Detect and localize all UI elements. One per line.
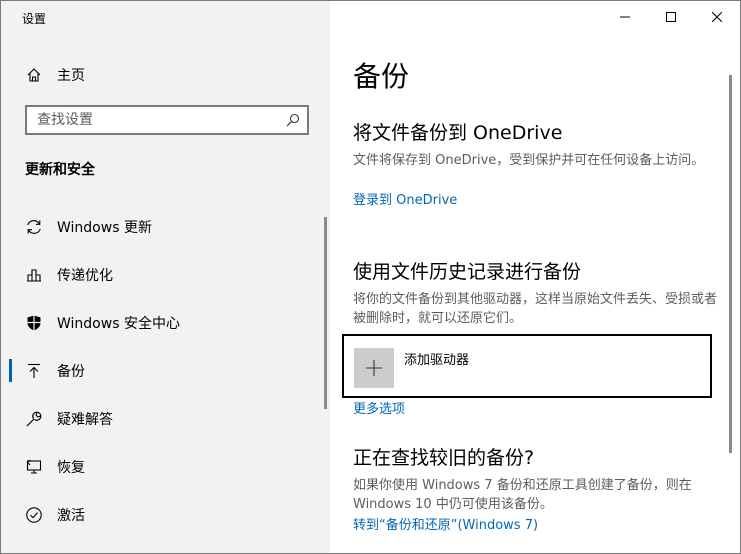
sidebar-item-home[interactable]: 主页 — [1, 55, 330, 95]
add-drive-label: 添加驱动器 — [404, 353, 470, 368]
sidebar-scrollbar[interactable] — [324, 217, 327, 409]
sidebar: 设置 主页 更新和安全 Windows 更新 传递优化 — [1, 1, 330, 553]
onedrive-description: 文件将保存到 OneDrive，受到保护并可在任何设备上访问。 — [353, 153, 705, 168]
sidebar-item-label: 传递优化 — [57, 268, 113, 284]
window-controls — [602, 1, 740, 33]
minimize-button[interactable] — [602, 1, 648, 33]
older-backup-description: 如果你使用 Windows 7 备份和还原工具创建了备份，则在 Windows … — [353, 478, 692, 512]
minimize-icon — [620, 16, 630, 18]
sidebar-item-troubleshoot[interactable]: 疑难解答 — [1, 399, 330, 439]
sidebar-item-activation[interactable]: 激活 — [1, 495, 330, 535]
settings-window: 设置 主页 更新和安全 Windows 更新 传递优化 — [0, 0, 741, 554]
sidebar-item-backup[interactable]: 备份 — [1, 351, 330, 391]
sidebar-item-label: 激活 — [57, 508, 85, 524]
sidebar-item-recovery[interactable]: 恢复 — [1, 447, 330, 487]
check-circle-icon — [25, 506, 43, 524]
sidebar-item-label: 疑难解答 — [57, 412, 113, 428]
close-icon — [712, 12, 722, 22]
maximize-button[interactable] — [648, 1, 694, 33]
section-heading: 更新和安全 — [25, 162, 95, 178]
search-box[interactable] — [25, 105, 309, 135]
recovery-icon — [25, 458, 43, 476]
sidebar-item-delivery-optimization[interactable]: 传递优化 — [1, 255, 330, 295]
search-icon[interactable] — [285, 112, 301, 128]
add-drive-button[interactable]: 添加驱动器 — [342, 334, 712, 398]
sidebar-item-label: Windows 更新 — [57, 220, 152, 236]
sidebar-item-label: 主页 — [57, 68, 85, 84]
more-options-link[interactable]: 更多选项 — [353, 398, 405, 417]
close-button[interactable] — [694, 1, 740, 33]
window-title: 设置 — [22, 12, 47, 26]
plus-icon — [354, 348, 394, 388]
file-history-heading: 使用文件历史记录进行备份 — [353, 261, 582, 283]
wrench-icon — [25, 410, 43, 428]
delivery-optimization-icon — [25, 266, 43, 284]
main-content: 备份 将文件备份到 OneDrive 文件将保存到 OneDrive，受到保护并… — [330, 1, 740, 553]
backup-restore-link[interactable]: 转到“备份和还原”(Windows 7) — [353, 514, 538, 533]
onedrive-signin-link[interactable]: 登录到 OneDrive — [353, 189, 457, 208]
sidebar-item-windows-security[interactable]: Windows 安全中心 — [1, 303, 330, 343]
home-icon — [25, 66, 43, 84]
maximize-icon — [666, 12, 676, 22]
onedrive-heading: 将文件备份到 OneDrive — [353, 122, 563, 144]
page-title: 备份 — [353, 60, 410, 93]
older-backup-heading: 正在查找较旧的备份? — [353, 447, 535, 469]
search-input[interactable] — [27, 107, 287, 133]
shield-icon — [25, 314, 43, 332]
sidebar-item-label: Windows 安全中心 — [57, 316, 180, 332]
refresh-icon — [25, 218, 43, 236]
file-history-description: 将你的文件备份到其他驱动器，这样当原始文件丢失、受损或者被删除时，就可以还原它们… — [353, 292, 718, 326]
sidebar-item-label: 恢复 — [57, 460, 85, 476]
backup-arrow-icon — [25, 362, 43, 380]
main-scrollbar[interactable] — [729, 75, 732, 453]
sidebar-item-label: 备份 — [57, 364, 85, 380]
sidebar-item-windows-update[interactable]: Windows 更新 — [1, 207, 330, 247]
